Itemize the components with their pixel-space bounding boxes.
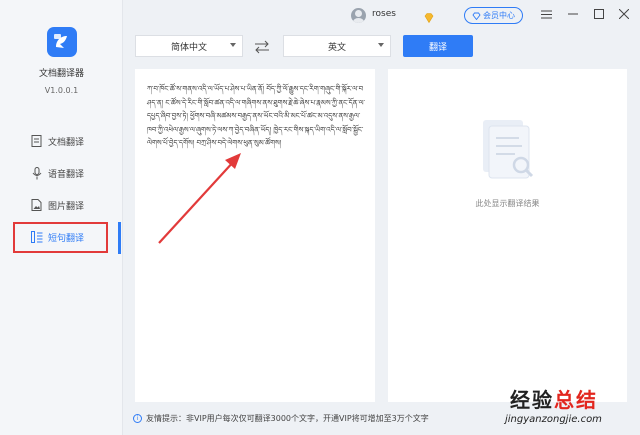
footer-tip: i 友情提示：非VIP用户每次仅可翻译3000个文字，开通VIP将可增加至3万个… [133, 413, 429, 424]
microphone-icon [30, 166, 43, 180]
watermark-url: jingyanzongjie.com [505, 414, 602, 425]
diamond-icon[interactable] [423, 9, 435, 24]
close-icon[interactable] [617, 7, 631, 21]
chevron-down-icon [230, 43, 236, 47]
sidebar-item-document-translate[interactable]: 文档翻译 [30, 130, 84, 152]
sidebar-item-label: 文档翻译 [48, 137, 85, 148]
sidebar-item-voice-translate[interactable]: 语音翻译 [30, 162, 84, 184]
maximize-icon[interactable] [592, 7, 606, 21]
diamond-outline-icon [472, 12, 481, 20]
username[interactable]: roses [372, 9, 396, 19]
source-language-value: 简体中文 [170, 42, 207, 53]
document-placeholder-icon [479, 118, 537, 184]
menu-icon[interactable] [539, 7, 553, 21]
document-icon [30, 135, 43, 148]
source-text-content[interactable]: ཀ་བ་ཁོང་ཚོ་ས་གནས་འདི་ལ་ཡོད་པ་ཤེས་པ་ཡིན་ན… [147, 83, 365, 151]
translate-button[interactable]: 翻译 [403, 35, 473, 57]
chevron-down-icon [378, 43, 384, 47]
sidebar-item-label: 语音翻译 [48, 169, 85, 180]
target-language-value: 英文 [327, 42, 346, 53]
source-language-select[interactable]: 简体中文 [135, 35, 243, 57]
highlight-box [13, 222, 108, 253]
title-bar: roses 会员中心 [123, 0, 640, 30]
watermark-logo: 经验总结 [510, 384, 598, 413]
watermark-logo-b: 总结 [554, 388, 598, 412]
vip-center-button[interactable]: 会员中心 [464, 7, 523, 24]
sidebar-item-label: 图片翻译 [48, 201, 85, 212]
watermark-logo-a: 经验 [510, 388, 554, 412]
user-avatar[interactable] [351, 8, 366, 23]
swap-languages-icon[interactable] [254, 39, 270, 54]
active-indicator [118, 222, 121, 254]
vip-center-label: 会员中心 [483, 11, 515, 20]
sidebar: 文档翻译器 V1.0.0.1 文档翻译 语音翻译 图片翻译 短句翻译 [0, 0, 123, 435]
translator-bird-icon [54, 34, 67, 48]
target-language-select[interactable]: 英文 [283, 35, 391, 57]
result-placeholder: 此处显示翻译结果 [475, 199, 540, 208]
minimize-icon[interactable] [566, 7, 580, 21]
sidebar-item-image-translate[interactable]: 图片翻译 [30, 194, 84, 216]
image-icon [30, 199, 43, 212]
footer-tip-text: 友情提示：非VIP用户每次仅可翻译3000个文字，开通VIP将可增加至3万个文字 [146, 414, 429, 423]
app-version: V1.0.0.1 [44, 86, 79, 95]
app-logo [47, 27, 77, 57]
annotation-arrow-icon [158, 153, 241, 244]
app-name: 文档翻译器 [38, 69, 84, 79]
info-icon: i [133, 414, 142, 423]
